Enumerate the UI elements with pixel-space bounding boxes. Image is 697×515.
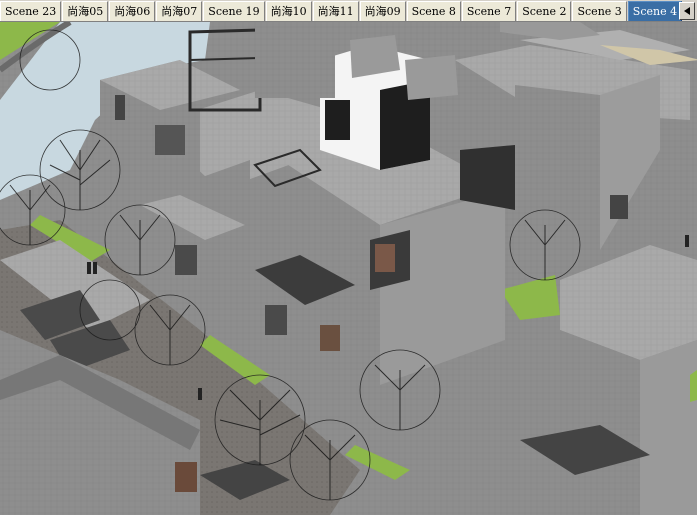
window — [325, 100, 350, 140]
tab-scene-23[interactable]: Scene 23 — [0, 1, 62, 21]
tab-scene-7[interactable]: Scene 7 — [461, 1, 517, 21]
person-figure — [685, 235, 689, 247]
triangle-left-icon — [684, 7, 690, 15]
window — [175, 462, 197, 492]
person-figure — [93, 262, 97, 274]
tab-scene-3[interactable]: Scene 3 — [572, 1, 627, 21]
3d-model-viewport[interactable] — [0, 22, 697, 515]
scene-tab-bar: Scene 23 尚海05 尚海06 尚海07 Scene 19 尚海10 尚海… — [0, 0, 697, 22]
building-white-tower-cap-2 — [405, 55, 458, 100]
building-right-dark-window — [460, 145, 515, 210]
building-lower-right-lawn — [690, 370, 697, 402]
tab-scene-2[interactable]: Scene 2 — [517, 1, 572, 21]
window — [155, 125, 185, 155]
window — [320, 325, 340, 351]
person-figure — [198, 388, 202, 400]
tab-scroll-left-button[interactable] — [679, 2, 695, 20]
tab-shanghai-09[interactable]: 尚海09 — [359, 1, 406, 21]
tab-scene-4[interactable]: Scene 4 — [627, 1, 683, 21]
building-lower-right-side — [640, 340, 697, 515]
tab-shanghai-06[interactable]: 尚海06 — [109, 1, 156, 21]
window — [375, 244, 395, 272]
building-right-wall — [515, 85, 600, 250]
tab-scene-8[interactable]: Scene 8 — [406, 1, 461, 21]
tab-shanghai-07[interactable]: 尚海07 — [156, 1, 203, 21]
building-lower-right-wall — [510, 330, 640, 515]
model-render — [0, 22, 697, 515]
window — [265, 305, 287, 335]
window — [175, 245, 197, 275]
window — [610, 195, 628, 219]
tab-shanghai-10[interactable]: 尚海10 — [265, 1, 312, 21]
person-figure — [87, 262, 91, 274]
tab-shanghai-11[interactable]: 尚海11 — [312, 1, 359, 21]
tab-shanghai-05[interactable]: 尚海05 — [62, 1, 109, 21]
window — [115, 95, 125, 120]
tab-scene-19[interactable]: Scene 19 — [203, 1, 265, 21]
building-top-center — [255, 28, 335, 98]
